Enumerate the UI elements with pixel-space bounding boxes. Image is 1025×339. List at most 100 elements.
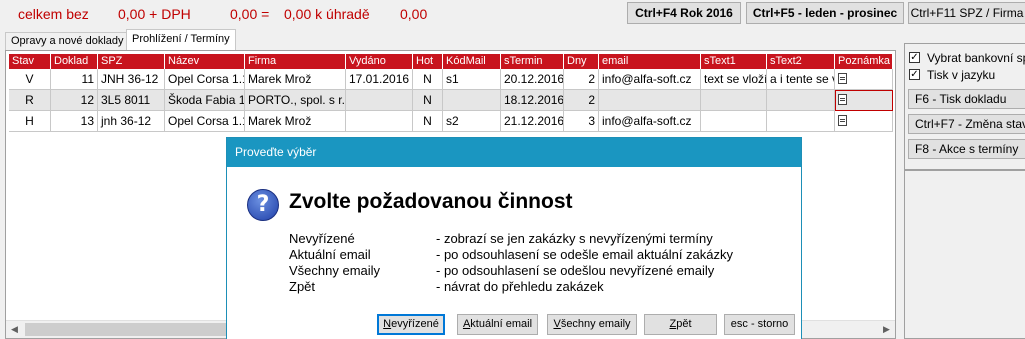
table-cell[interactable] bbox=[701, 90, 767, 111]
button-label: evyřízené bbox=[391, 318, 439, 330]
table-cell[interactable]: 11 bbox=[51, 69, 98, 90]
option-desc: - zobrazí se jen zakázky s nevyřízenými … bbox=[436, 231, 713, 246]
button-label: ktuální email bbox=[470, 318, 533, 330]
table-cell[interactable] bbox=[701, 111, 767, 132]
option-desc: - návrat do přehledu zakázek bbox=[436, 279, 604, 294]
table-cell[interactable]: H bbox=[9, 111, 51, 132]
table-cell[interactable]: 21.12.2016 bbox=[501, 111, 564, 132]
option-desc: - po odsouhlasení se odešle email aktuál… bbox=[436, 247, 734, 262]
table-cell[interactable] bbox=[346, 111, 413, 132]
table-cell[interactable]: Škoda Fabia 1.4 bbox=[165, 90, 245, 111]
bank-account-checkbox[interactable]: ✓ bbox=[909, 52, 920, 63]
print-language-checkbox[interactable]: ✓ bbox=[909, 69, 920, 80]
table-cell[interactable]: s2 bbox=[443, 111, 501, 132]
selected-cell-outline bbox=[835, 90, 893, 111]
note-icon[interactable] bbox=[838, 115, 847, 127]
table-cell[interactable]: jnh 36-12 bbox=[98, 111, 165, 132]
table-cell[interactable]: V bbox=[9, 69, 51, 90]
table-cell[interactable]: s1 bbox=[443, 69, 501, 90]
tab-opravy[interactable]: Opravy a nové doklady bbox=[5, 32, 130, 50]
column-header-dny[interactable]: Dny bbox=[564, 54, 599, 69]
table-cell[interactable]: Opel Corsa 1.1 bbox=[165, 69, 245, 90]
period-button[interactable]: Ctrl+F5 - leden - prosinec bbox=[746, 2, 904, 24]
print-document-button[interactable]: F6 - Tisk dokladu bbox=[908, 89, 1025, 109]
table-cell[interactable] bbox=[443, 90, 501, 111]
table-cell[interactable]: Opel Corsa 1.1 bbox=[165, 111, 245, 132]
nevyrizene-button[interactable]: Nevyřízené bbox=[377, 314, 445, 335]
column-header-stav[interactable]: Stav bbox=[9, 54, 51, 69]
table-cell[interactable]: Marek Mrož bbox=[245, 111, 346, 132]
column-header-stext1[interactable]: sText1 bbox=[701, 54, 767, 69]
table-cell[interactable]: N bbox=[413, 69, 443, 90]
table-cell[interactable]: JNH 36-12 bbox=[98, 69, 165, 90]
button-label: pět bbox=[676, 318, 692, 330]
question-icon: ? bbox=[247, 189, 279, 221]
print-language-label: Tisk v jazyku bbox=[927, 68, 996, 82]
dialog-title: Proveďte výběr bbox=[227, 138, 801, 167]
column-header-kodmail[interactable]: KódMail bbox=[443, 54, 501, 69]
option-key: Zpět bbox=[289, 279, 316, 294]
column-header-nazev[interactable]: Název bbox=[165, 54, 245, 69]
column-header-doklad[interactable]: Doklad bbox=[51, 54, 98, 69]
note-icon[interactable] bbox=[838, 73, 847, 85]
option-desc: - po odsouhlasení se odešlou nevyřízené … bbox=[436, 263, 715, 278]
aktualni-email-button[interactable]: Aktuální email bbox=[457, 314, 538, 335]
option-key: Nevyřízené bbox=[289, 231, 355, 246]
summary-total: 0,00 bbox=[400, 6, 428, 22]
table-cell[interactable]: 17.01.2016 bbox=[346, 69, 413, 90]
storno-button[interactable]: esc - storno bbox=[724, 314, 795, 335]
spz-firma-button[interactable]: Ctrl+F11 SPZ / Firma bbox=[908, 2, 1025, 24]
summary-bar: celkem bez 0,00 + DPH 0,00 = 0,00 k úhra… bbox=[0, 0, 1025, 27]
table-cell[interactable]: info@alfa-soft.cz bbox=[599, 111, 701, 132]
column-header-stext2[interactable]: sText2 bbox=[767, 54, 835, 69]
term-actions-button[interactable]: F8 - Akce s termíny bbox=[908, 139, 1025, 159]
table-cell[interactable] bbox=[767, 90, 835, 111]
table-cell-note[interactable] bbox=[835, 69, 893, 90]
column-header-poznamka[interactable]: Poznámka bbox=[835, 54, 893, 69]
button-label: šechny emaily bbox=[560, 318, 631, 330]
column-header-stermin[interactable]: sTermin bbox=[501, 54, 564, 69]
table-cell[interactable]: 3 bbox=[564, 111, 599, 132]
table-cell[interactable]: PORTO., spol. s r.o. bbox=[245, 90, 346, 111]
column-header-hot[interactable]: Hot bbox=[413, 54, 443, 69]
scroll-right-icon[interactable]: ▶ bbox=[878, 321, 895, 338]
table-cell[interactable]: a i tente se vl bbox=[767, 69, 835, 90]
table-cell[interactable]: 3L5 8011 bbox=[98, 90, 165, 111]
tab-prohlizeni[interactable]: Prohlížení / Termíny bbox=[126, 29, 236, 50]
column-header-firma[interactable]: Firma bbox=[245, 54, 346, 69]
table-cell[interactable]: R bbox=[9, 90, 51, 111]
change-status-button[interactable]: Ctrl+F7 - Změna stavu bbox=[908, 114, 1025, 134]
table-cell[interactable]: 12 bbox=[51, 90, 98, 111]
table-cell[interactable]: 20.12.2016 bbox=[501, 69, 564, 90]
scroll-left-icon[interactable]: ◀ bbox=[6, 321, 23, 338]
button-label: V bbox=[553, 318, 561, 330]
table-cell[interactable]: 13 bbox=[51, 111, 98, 132]
table-cell[interactable] bbox=[767, 111, 835, 132]
vsechny-emaily-button[interactable]: Všechny emaily bbox=[547, 314, 637, 335]
table-cell[interactable] bbox=[599, 90, 701, 111]
summary-due: 0,00 k úhradě bbox=[284, 6, 370, 22]
bank-account-label: Vybrat bankovní spo bbox=[927, 51, 1025, 65]
column-header-spz[interactable]: SPZ bbox=[98, 54, 165, 69]
summary-vat: 0,00 = bbox=[230, 6, 270, 22]
right-lower-panel bbox=[904, 170, 1025, 339]
button-label: N bbox=[383, 318, 392, 330]
table-cell[interactable]: 18.12.2016 bbox=[501, 90, 564, 111]
table-cell[interactable] bbox=[346, 90, 413, 111]
option-key: Aktuální email bbox=[289, 247, 371, 262]
table-cell[interactable]: N bbox=[413, 111, 443, 132]
table-cell-note[interactable] bbox=[835, 111, 893, 132]
option-key: Všechny emaily bbox=[289, 263, 381, 278]
table-cell[interactable]: 2 bbox=[564, 69, 599, 90]
choice-dialog: Proveďte výběr ? Zvolte požadovanou činn… bbox=[226, 137, 802, 339]
column-header-email[interactable]: email bbox=[599, 54, 701, 69]
column-header-vydano[interactable]: Vydáno bbox=[346, 54, 413, 69]
table-cell[interactable]: N bbox=[413, 90, 443, 111]
table-cell[interactable]: info@alfa-soft.cz bbox=[599, 69, 701, 90]
table-cell[interactable]: Marek Mrož bbox=[245, 69, 346, 90]
summary-label: celkem bez bbox=[18, 6, 89, 22]
table-cell[interactable]: 2 bbox=[564, 90, 599, 111]
year-button[interactable]: Ctrl+F4 Rok 2016 bbox=[627, 2, 741, 24]
zpet-button[interactable]: Zpět bbox=[644, 314, 717, 335]
table-cell[interactable]: text se vloží bbox=[701, 69, 767, 90]
